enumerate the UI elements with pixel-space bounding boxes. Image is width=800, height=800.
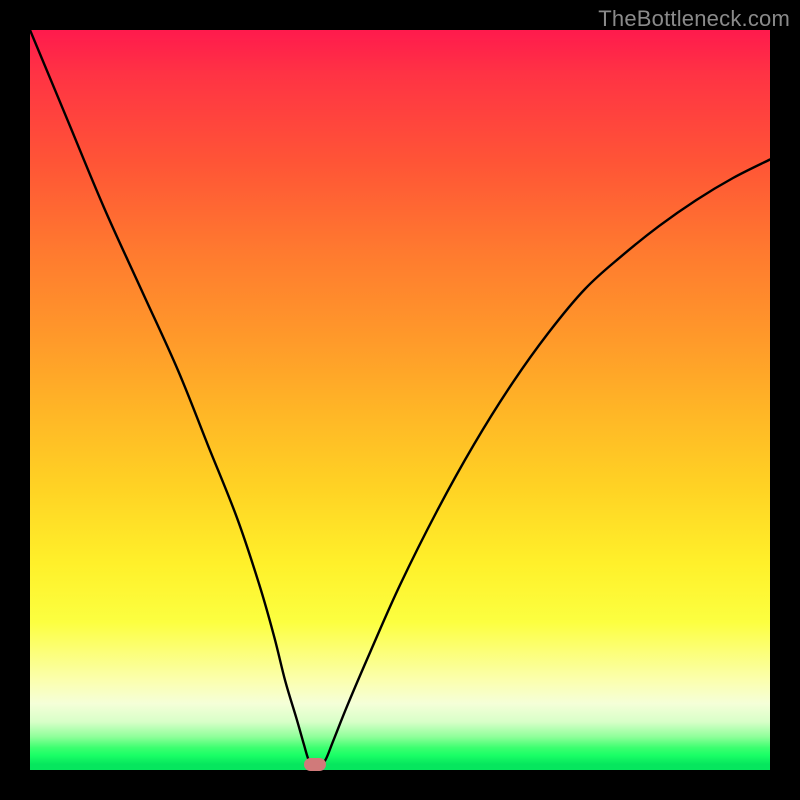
chart-frame: TheBottleneck.com [0, 0, 800, 800]
baseline-band [30, 765, 770, 770]
plot-area [30, 30, 770, 770]
curve-svg [30, 30, 770, 770]
watermark-text: TheBottleneck.com [598, 6, 790, 32]
bottleneck-curve [30, 30, 770, 769]
optimal-marker [304, 758, 326, 771]
